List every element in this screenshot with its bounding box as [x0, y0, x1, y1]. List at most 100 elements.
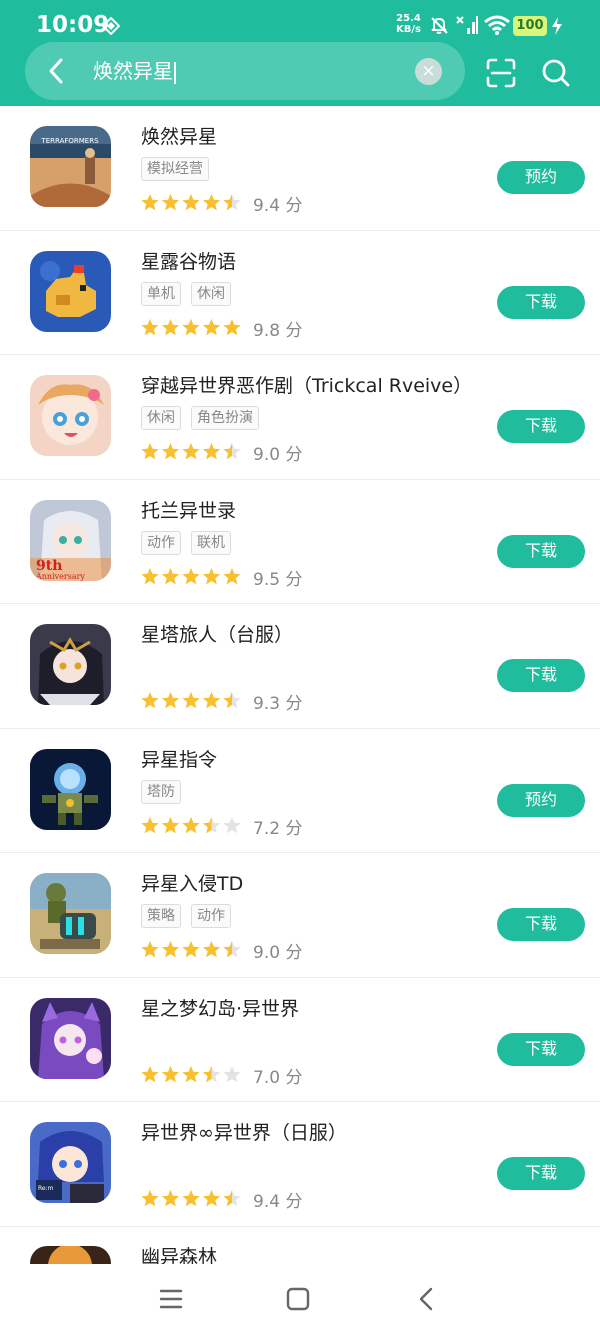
app-icon [30, 748, 111, 830]
app-name: 穿越异世界恶作剧（Trickcal Rveive） [141, 375, 473, 397]
app-icon [30, 873, 111, 954]
category-tag: 休闲 [141, 406, 181, 430]
reserve-button[interactable]: 预约 [497, 783, 585, 817]
star-rating-icon [141, 941, 241, 958]
app-name: 焕然异星 [141, 126, 218, 148]
back-arrow-icon[interactable] [40, 54, 74, 88]
svg-text:Anniversary: Anniversary [35, 572, 85, 581]
list-item[interactable]: 星露谷物语单机 休闲 9.8 分 下载 [0, 231, 600, 355]
tag-list: 模拟经营 [141, 157, 219, 181]
list-item[interactable]: 9th Anniversary 托兰异世录动作 联机 9.5 分 下载 [0, 480, 600, 604]
app-icon: Re:m [30, 1122, 111, 1203]
list-item[interactable]: 异星指令塔防 7.2 分 预约 [0, 729, 600, 853]
menu-icon[interactable] [156, 1284, 186, 1314]
app-name: 异星入侵TD [141, 873, 244, 895]
category-tag: 动作 [191, 904, 231, 928]
score-text: 9.4 分 [253, 1192, 303, 1212]
navigation-bar [0, 1264, 600, 1333]
tag-list: 塔防 [141, 779, 191, 804]
download-button[interactable]: 下载 [497, 410, 585, 443]
reserve-button[interactable]: 预约 [497, 161, 585, 194]
wifi-icon [484, 15, 510, 35]
svg-text:TERRAFORMERS: TERRAFORMERS [40, 137, 99, 145]
app-name: 幽异森林 [141, 1246, 218, 1264]
download-button[interactable]: 下载 [497, 285, 585, 319]
list-item[interactable]: Re:m 异世界∞异世界（日服） 9.4 分 下载 [0, 1102, 600, 1227]
search-input[interactable]: 焕然异星 [93, 57, 176, 85]
search-icon[interactable] [540, 57, 572, 89]
score-text: 9.3 分 [253, 694, 303, 714]
home-icon[interactable] [283, 1284, 313, 1314]
score-text: 7.0 分 [253, 1067, 303, 1088]
download-button[interactable]: 下载 [497, 1157, 585, 1190]
app-icon [30, 624, 111, 705]
score-text: 9.4 分 [253, 196, 303, 216]
star-rating-icon [141, 567, 241, 584]
app-icon [30, 997, 111, 1079]
list-item[interactable]: 异星入侵TD 策略 动作 9.0 分 下载 [0, 853, 600, 978]
category-tag: 角色扮演 [191, 406, 259, 430]
svg-text:Re:m: Re:m [38, 1185, 54, 1192]
app-name: 异星指令 [141, 748, 218, 771]
category-tag: 休闲 [191, 281, 231, 306]
clear-search-icon[interactable]: × [415, 58, 442, 85]
mute-bell-icon [431, 17, 448, 34]
tag-list: 单机 休闲 [141, 281, 241, 306]
network-speed: 25.4 KB/s [396, 13, 421, 35]
list-item[interactable]: 星之梦幻岛·异世界 7.0 分 下载 [0, 978, 600, 1102]
category-tag: 单机 [141, 281, 181, 306]
tag-list: 策略 动作 [141, 904, 241, 928]
category-tag: 模拟经营 [141, 157, 209, 181]
text-caret [174, 61, 176, 84]
download-button[interactable]: 下载 [497, 534, 585, 568]
status-bar: 10:09 25.4 KB/s 100 [0, 0, 600, 44]
score-text: 7.2 分 [253, 818, 303, 839]
list-item[interactable]: 星塔旅人（台服） 9.3 分 下载 [0, 604, 600, 729]
star-rating-icon [141, 1065, 241, 1082]
star-rating-icon [141, 443, 241, 460]
category-tag: 联机 [191, 530, 231, 555]
app-name: 星露谷物语 [141, 250, 237, 273]
score-text: 9.5 分 [253, 569, 303, 590]
diamond-icon [102, 17, 120, 35]
star-rating-icon [141, 318, 241, 335]
app-icon [30, 250, 111, 332]
app-name: 星塔旅人（台服） [141, 624, 294, 646]
app-icon: 9th Anniversary [30, 499, 111, 581]
download-button[interactable]: 下载 [497, 1032, 585, 1066]
list-item[interactable]: 穿越异世界恶作剧（Trickcal Rveive） 休闲 角色扮演 9.0 分 下载 [0, 355, 600, 480]
search-bar[interactable] [25, 42, 465, 100]
app-name: 托兰异世录 [141, 499, 237, 522]
star-rating-icon [141, 1190, 241, 1207]
app-icon [30, 1246, 111, 1264]
tag-list: 休闲 角色扮演 [141, 406, 269, 430]
score-text: 9.0 分 [253, 943, 303, 963]
app-name: 星之梦幻岛·异世界 [141, 997, 300, 1020]
star-rating-icon [141, 194, 241, 211]
category-tag: 塔防 [141, 779, 181, 804]
score-text: 9.8 分 [253, 320, 303, 341]
download-button[interactable]: 下载 [497, 659, 585, 692]
net-speed-unit: KB/s [396, 24, 421, 35]
net-speed-value: 25.4 [396, 13, 421, 24]
category-tag: 策略 [141, 904, 181, 928]
search-query: 焕然异星 [93, 59, 173, 83]
tag-list: 动作 联机 [141, 530, 241, 555]
score-text: 9.0 分 [253, 445, 303, 465]
charging-icon [552, 17, 562, 35]
category-tag: 动作 [141, 530, 181, 555]
scan-icon[interactable] [485, 57, 517, 89]
search-results-list: TERRAFORMERS 焕然异星 模拟经营 9.4 分预约 星露谷物语 单机 休闲 9.8 … [0, 106, 600, 1227]
no-signal-icon [456, 16, 478, 34]
app-name: 异世界∞异世界（日服） [141, 1122, 347, 1144]
app-icon: TERRAFORMERS [30, 126, 111, 207]
back-icon[interactable] [412, 1284, 442, 1314]
download-button[interactable]: 下载 [497, 908, 585, 941]
list-item-partial[interactable]: 幽异森林 [0, 1226, 600, 1264]
battery-indicator: 100 [513, 16, 547, 36]
app-icon [30, 375, 111, 456]
star-rating-icon [141, 816, 241, 833]
list-item[interactable]: TERRAFORMERS 焕然异星模拟经营 9.4 分 预约 [0, 106, 600, 231]
star-rating-icon [141, 692, 241, 709]
top-bar: 10:09 25.4 KB/s 100 焕然异星 × [0, 0, 600, 106]
